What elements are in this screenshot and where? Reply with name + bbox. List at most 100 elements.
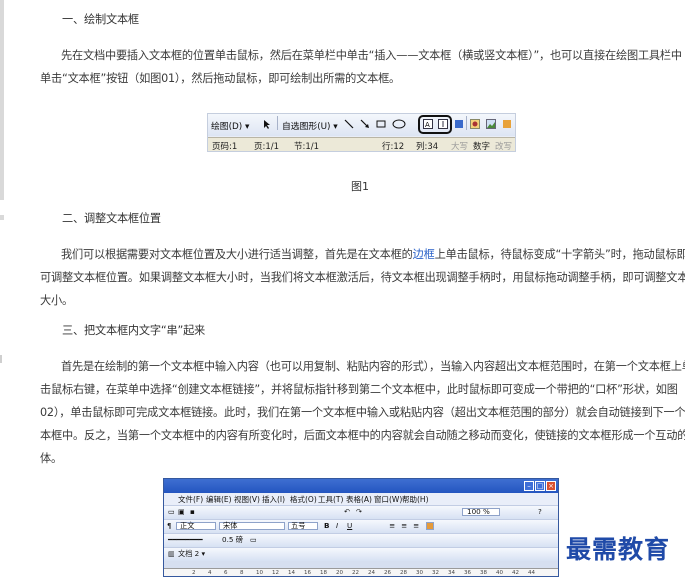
ruler-tick-label: 8 — [240, 570, 244, 576]
wordart-icon — [455, 120, 463, 128]
size-value: 五号 — [291, 521, 306, 530]
toolbar-separator — [466, 116, 467, 130]
textbox-highlight — [418, 115, 452, 134]
section-3-paragraph: 首先是在绘制的第一个文本框中输入内容（也可以用复制、粘贴内容的形式），当输入内容… — [40, 355, 685, 470]
menu-item[interactable]: 帮助(H) — [402, 494, 429, 505]
para-line: 首先是在绘制的第一个文本框中输入内容（也可以用复制、粘贴内容的形式），当输入内容… — [61, 360, 685, 373]
line-style-icon[interactable]: ━━━━━━━━ — [168, 535, 203, 544]
fill-icon — [503, 120, 511, 128]
save-icon[interactable]: ▪ — [190, 507, 195, 516]
ruler-tick-label: 32 — [432, 570, 439, 576]
formatting-toolbar: ¶ 正文 宋体 五号 B I U ≡ ≡ ≡ — [164, 519, 558, 533]
status-row: 行:12 — [382, 142, 405, 152]
menu-item[interactable]: 表格(A) — [346, 494, 372, 505]
ruler-tick-label: 24 — [368, 570, 375, 576]
ruler-tick-label: 26 — [384, 570, 391, 576]
title-bar: – □ × — [164, 479, 558, 493]
ruler-tick-label: 20 — [336, 570, 343, 576]
ruler-tick-label: 16 — [304, 570, 311, 576]
para-text: 我们可以根据需要对文本框位置及大小进行适当调整，首先是在文本框的 — [61, 248, 413, 261]
ruler-tick-label: 14 — [288, 570, 295, 576]
para-line: 击鼠标右键，在菜单中选择“创建文本框链接”，并将鼠标指针移到第二个文本框中，此时… — [40, 383, 678, 396]
line-color-icon[interactable]: ▭ — [250, 535, 257, 544]
ruler-tick-label: 28 — [400, 570, 407, 576]
menu-bar: 文件(F) 编辑(E) 视图(V) 插入(I) 格式(O) 工具(T) 表格(A) 窗口(W)… — [164, 493, 558, 505]
ruler-tick-label: 6 — [224, 570, 228, 576]
ruler-tick-label: 38 — [480, 570, 487, 576]
para-line: 02），单击鼠标即可完成文本框链接。此时，我们在第一个文本框中输入或粘贴内容（超… — [40, 406, 685, 419]
styles-icon[interactable]: ¶ — [167, 521, 172, 530]
window-buttons: – □ × — [524, 481, 556, 491]
rectangle-icon — [376, 120, 386, 128]
status-bar: 页码:1 页:1/1 节:1/1 行:12 列:34 大写 数字 改写 — [208, 137, 515, 152]
style-value: 正文 — [180, 521, 195, 530]
autoshape-menu-label: 自选图形(U) ▾ — [282, 122, 338, 132]
drawing-toolbar: 绘图(D) ▾ 自选图形(U) ▾ A — [208, 114, 515, 136]
para-line: 我们可以根据需要对文本框位置及大小进行适当调整，首先是在文本框的边框上单击鼠标，… — [40, 243, 685, 266]
status-pages: 页:1/1 — [254, 142, 280, 152]
status-caps: 大写 — [451, 142, 469, 152]
draw-menu-label: 绘图(D) ▾ — [211, 122, 250, 132]
minimize-icon[interactable]: – — [524, 481, 534, 491]
brand-watermark: 最需教育 — [566, 535, 671, 564]
para-text: 上单击鼠标，待鼠标变成“十字箭头”时，拖动鼠标即 — [434, 248, 685, 261]
ruler-tick-label: 30 — [416, 570, 423, 576]
para-line: 体。 — [40, 452, 62, 465]
arrow-icon — [360, 119, 369, 128]
standard-toolbar: ▭ ▣ ▪ ↶ ↷ 100 % ? — [164, 505, 558, 519]
scrollbar-left — [0, 0, 4, 200]
section-1-paragraph: 先在文档中要插入文本框的位置单击鼠标，然后在菜单栏中单击“插入——文本框（横或竖… — [40, 44, 682, 90]
highlight-swatch-icon[interactable] — [426, 522, 434, 530]
help-icon[interactable]: ? — [538, 507, 542, 516]
status-ovr: 改写 — [495, 142, 513, 152]
doc-tab-label[interactable]: 文档 2 ▾ — [178, 549, 205, 559]
align-right-icon[interactable]: ≡ — [413, 521, 419, 530]
menu-item[interactable]: 视图(V) — [234, 494, 260, 505]
figure-1-toolbar-image: 绘图(D) ▾ 自选图形(U) ▾ A 页码:1 页:1/1 节:1/1 行:1… — [207, 113, 516, 152]
font-value: 宋体 — [223, 521, 238, 530]
cursor-icon — [264, 120, 270, 129]
clipart-icon — [470, 119, 480, 129]
figure-1-caption: 图1 — [351, 180, 369, 193]
ruler-tick-label: 10 — [256, 570, 263, 576]
status-page: 页码:1 — [212, 142, 238, 152]
menu-item[interactable]: 窗口(W) — [374, 494, 402, 505]
section-3-heading: 三、把文本框内文字“串”起来 — [62, 324, 206, 337]
scrollbar-left-mark-2 — [0, 355, 2, 363]
menu-item[interactable]: 工具(T) — [318, 494, 343, 505]
open-icon[interactable]: ▣ — [178, 507, 185, 516]
ruler-tick-label: 34 — [448, 570, 455, 576]
para-line: 大小。 — [40, 294, 73, 307]
status-section: 节:1/1 — [294, 142, 320, 152]
ruler-tick-label: 22 — [352, 570, 359, 576]
bold-icon[interactable]: B — [324, 521, 329, 530]
align-center-icon[interactable]: ≡ — [401, 521, 407, 530]
undo-icon[interactable]: ↶ — [344, 507, 350, 516]
line-icon — [344, 119, 354, 129]
ruler-tick-label: 40 — [496, 570, 503, 576]
menu-item[interactable]: 编辑(E) — [206, 494, 232, 505]
section-2-paragraph: 我们可以根据需要对文本框位置及大小进行适当调整，首先是在文本框的边框上单击鼠标，… — [40, 243, 685, 312]
ruler-tick-label: 44 — [528, 570, 535, 576]
ruler-tick-label: 36 — [464, 570, 471, 576]
underline-icon[interactable]: U — [347, 521, 352, 530]
redo-icon[interactable]: ↷ — [356, 507, 362, 516]
menu-item[interactable]: 插入(I) — [262, 494, 285, 505]
menu-item[interactable]: 文件(F) — [178, 494, 203, 505]
ruler-tick-label: 2 — [192, 570, 196, 576]
maximize-icon[interactable]: □ — [535, 481, 545, 491]
drawing-toolbar-2: ━━━━━━━━ 0.5 磅 ▭ — [164, 533, 558, 547]
ruler-tick-label: 4 — [208, 570, 212, 576]
ruler-tick-label: 18 — [320, 570, 327, 576]
zoom-value: 100 % — [467, 507, 490, 516]
new-doc-icon[interactable]: ▭ — [168, 507, 175, 516]
menu-item[interactable]: 格式(O) — [290, 494, 317, 505]
oval-icon — [392, 119, 406, 129]
align-left-icon[interactable]: ≡ — [389, 521, 395, 530]
close-icon[interactable]: × — [546, 481, 556, 491]
italic-icon[interactable]: I — [336, 521, 338, 530]
toolbar-separator — [277, 116, 278, 130]
border-link[interactable]: 边框 — [413, 248, 435, 261]
status-col: 列:34 — [416, 142, 439, 152]
ruler: 2 4 6 8 10 12 14 16 18 20 22 24 26 28 30 32 34 36 38 40 42 44 — [164, 568, 558, 576]
